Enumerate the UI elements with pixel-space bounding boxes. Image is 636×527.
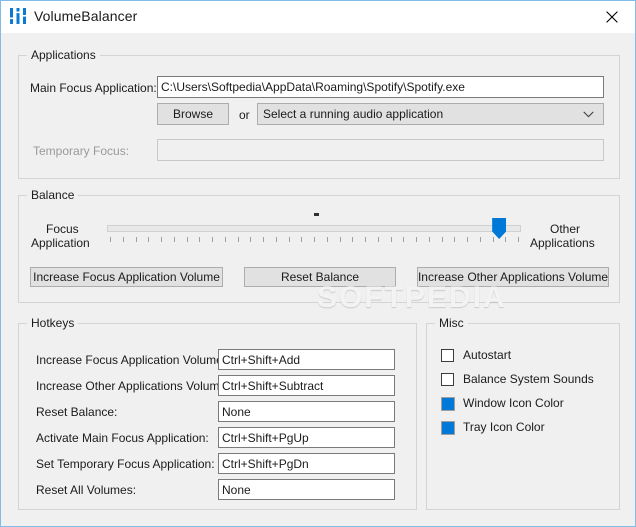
slider-tick <box>161 237 162 242</box>
color-swatch-icon[interactable] <box>441 421 455 435</box>
checkbox-icon[interactable] <box>441 373 454 386</box>
hotkey-set-temporary-focus-application-label: Set Temporary Focus Application: <box>36 457 215 471</box>
misc-group-title: Misc <box>435 316 468 330</box>
slider-tick <box>314 237 315 242</box>
window-icon-color-swatch-row[interactable]: Window Icon Color <box>441 396 611 413</box>
sliders-icon <box>9 7 29 26</box>
slider-tick <box>518 237 519 242</box>
balance-system-sounds-checkbox-label: Balance System Sounds <box>463 372 594 386</box>
hotkey-reset-all-volumes-label: Reset All Volumes: <box>36 483 137 497</box>
slider-tick <box>301 237 302 242</box>
slider-tick <box>505 237 506 242</box>
window-title: VolumeBalancer <box>34 8 138 24</box>
slider-tick <box>391 237 392 242</box>
hotkey-set-temporary-focus-application-input[interactable]: Ctrl+Shift+PgDn <box>218 453 395 474</box>
focus-application-label-line1: Focus <box>46 222 79 236</box>
main-focus-application-label: Main Focus Application: <box>30 81 157 95</box>
slider-tick <box>187 237 188 242</box>
running-audio-application-value: Select a running audio application <box>263 107 444 121</box>
slider-tick <box>276 237 277 242</box>
hotkey-increase-other-applications-volume-label: Increase Other Applications Volume: <box>36 379 230 393</box>
slider-tick <box>352 237 353 242</box>
hotkeys-group-title: Hotkeys <box>27 316 79 330</box>
slider-tick <box>454 237 455 242</box>
other-applications-label-line1: Other <box>550 222 581 236</box>
autostart-checkbox-label: Autostart <box>463 348 512 362</box>
slider-tick <box>238 237 239 242</box>
hotkey-increase-other-applications-volume-input[interactable]: Ctrl+Shift+Subtract <box>218 375 395 396</box>
slider-center-mark <box>314 213 319 216</box>
balance-group-title: Balance <box>27 188 79 202</box>
slider-tick <box>136 237 137 242</box>
hotkey-reset-balance-label: Reset Balance: <box>36 405 118 419</box>
tray-icon-color-swatch-label: Tray Icon Color <box>463 420 545 434</box>
balance-system-sounds-checkbox-row[interactable]: Balance System Sounds <box>441 372 611 389</box>
browse-button[interactable]: Browse <box>157 103 229 125</box>
close-icon <box>606 10 618 23</box>
chevron-down-icon <box>583 107 594 121</box>
slider-tick <box>480 237 481 242</box>
reset-balance-button[interactable]: Reset Balance <box>244 267 396 287</box>
hotkey-reset-balance-input[interactable]: None <box>218 401 395 422</box>
slider-tick <box>199 237 200 242</box>
color-swatch-icon[interactable] <box>441 397 455 411</box>
hotkey-reset-all-volumes-input[interactable]: None <box>218 479 395 500</box>
slider-tick <box>212 237 213 242</box>
slider-tick <box>174 237 175 242</box>
checkbox-icon[interactable] <box>441 349 454 362</box>
slider-tick <box>365 237 366 242</box>
volumebalancer-window: VolumeBalancer Applications Main Focus A… <box>0 0 636 527</box>
window-icon-color-swatch-label: Window Icon Color <box>463 396 564 410</box>
slider-tick <box>429 237 430 242</box>
slider-tick <box>327 237 328 242</box>
focus-application-label-line2: Application <box>31 236 90 250</box>
slider-track[interactable] <box>107 225 521 232</box>
slider-tick <box>416 237 417 242</box>
hotkey-increase-focus-application-volume-label: Increase Focus Application Volume: <box>36 353 227 367</box>
slider-tick <box>442 237 443 242</box>
applications-group-title: Applications <box>27 48 100 62</box>
temporary-focus-input[interactable] <box>157 139 604 161</box>
hotkey-activate-main-focus-application-input[interactable]: Ctrl+Shift+PgUp <box>218 427 395 448</box>
slider-tick <box>123 237 124 242</box>
slider-tick <box>467 237 468 242</box>
slider-tick <box>250 237 251 242</box>
close-button[interactable] <box>589 1 635 32</box>
other-applications-label-line2: Applications <box>530 236 595 250</box>
hotkey-increase-focus-application-volume-input[interactable]: Ctrl+Shift+Add <box>218 349 395 370</box>
slider-tick <box>289 237 290 242</box>
running-audio-application-select[interactable]: Select a running audio application <box>257 103 604 125</box>
increase-focus-application-volume-button[interactable]: Increase Focus Application Volume <box>30 267 223 287</box>
title-bar: VolumeBalancer <box>1 1 635 33</box>
slider-tick <box>493 237 494 242</box>
autostart-checkbox-row[interactable]: Autostart <box>441 348 611 365</box>
slider-tick <box>225 237 226 242</box>
slider-tick <box>110 237 111 242</box>
hotkey-activate-main-focus-application-label: Activate Main Focus Application: <box>36 431 209 445</box>
tray-icon-color-swatch-row[interactable]: Tray Icon Color <box>441 420 611 437</box>
main-focus-application-input[interactable]: C:\Users\Softpedia\AppData\Roaming\Spoti… <box>157 76 604 98</box>
slider-tick <box>378 237 379 242</box>
slider-tick <box>263 237 264 242</box>
temporary-focus-label: Temporary Focus: <box>33 144 130 158</box>
or-label: or <box>239 108 250 122</box>
slider-tick <box>340 237 341 242</box>
slider-tick <box>148 237 149 242</box>
slider-tick <box>403 237 404 242</box>
increase-other-applications-volume-button[interactable]: Increase Other Applications Volume <box>417 267 609 287</box>
